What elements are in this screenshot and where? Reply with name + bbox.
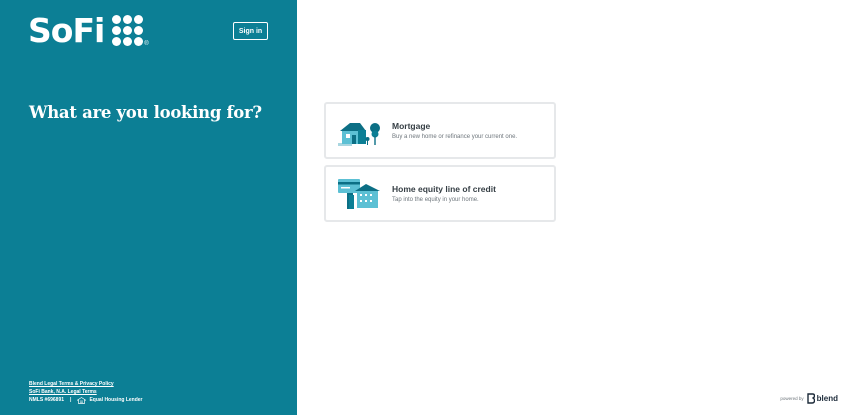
separator: |	[70, 397, 72, 403]
house-with-tree-icon	[338, 122, 380, 146]
card-description: Buy a new home or refinance your current…	[392, 134, 518, 140]
equal-housing-label: Equal Housing Lender	[89, 397, 143, 403]
card-description: Tap into the equity in your home.	[392, 197, 479, 203]
option-card-mortgage[interactable]: Mortgage Buy a new home or refinance you…	[324, 102, 556, 159]
equal-housing-icon	[77, 396, 87, 404]
powered-by-blend[interactable]: powered by blend	[780, 393, 838, 404]
blend-wordmark: blend	[816, 394, 838, 403]
powered-by-label: powered by	[780, 396, 804, 401]
page-title: What are you looking for?	[29, 103, 262, 122]
logo-wordmark: SoFi	[28, 11, 105, 50]
nmls-number: NMLS #696891	[29, 397, 65, 403]
logo-dots-icon	[112, 15, 144, 46]
sofi-legal-link[interactable]: SoFi Bank, N.A. Legal Terms	[29, 388, 143, 396]
left-panel: SoFi ® Sign in What are you looking for?…	[0, 0, 297, 415]
house-with-card-icon	[338, 178, 380, 209]
blend-logo-icon	[806, 393, 815, 404]
sofi-logo[interactable]: SoFi ®	[28, 14, 149, 47]
nmls-row: NMLS #696891 | Equal Housing Lender	[29, 396, 143, 404]
option-card-heloc[interactable]: Home equity line of credit Tap into the …	[324, 165, 556, 222]
card-text: Mortgage Buy a new home or refinance you…	[392, 121, 517, 140]
sign-in-button[interactable]: Sign in	[233, 22, 268, 40]
card-text: Home equity line of credit Tap into the …	[392, 184, 496, 203]
registered-mark: ®	[144, 41, 149, 47]
legal-footer: Blend Legal Terms & Privacy Policy SoFi …	[29, 380, 143, 404]
card-title: Home equity line of credit	[392, 184, 496, 194]
card-title: Mortgage	[392, 121, 431, 131]
blend-legal-link[interactable]: Blend Legal Terms & Privacy Policy	[29, 380, 143, 388]
